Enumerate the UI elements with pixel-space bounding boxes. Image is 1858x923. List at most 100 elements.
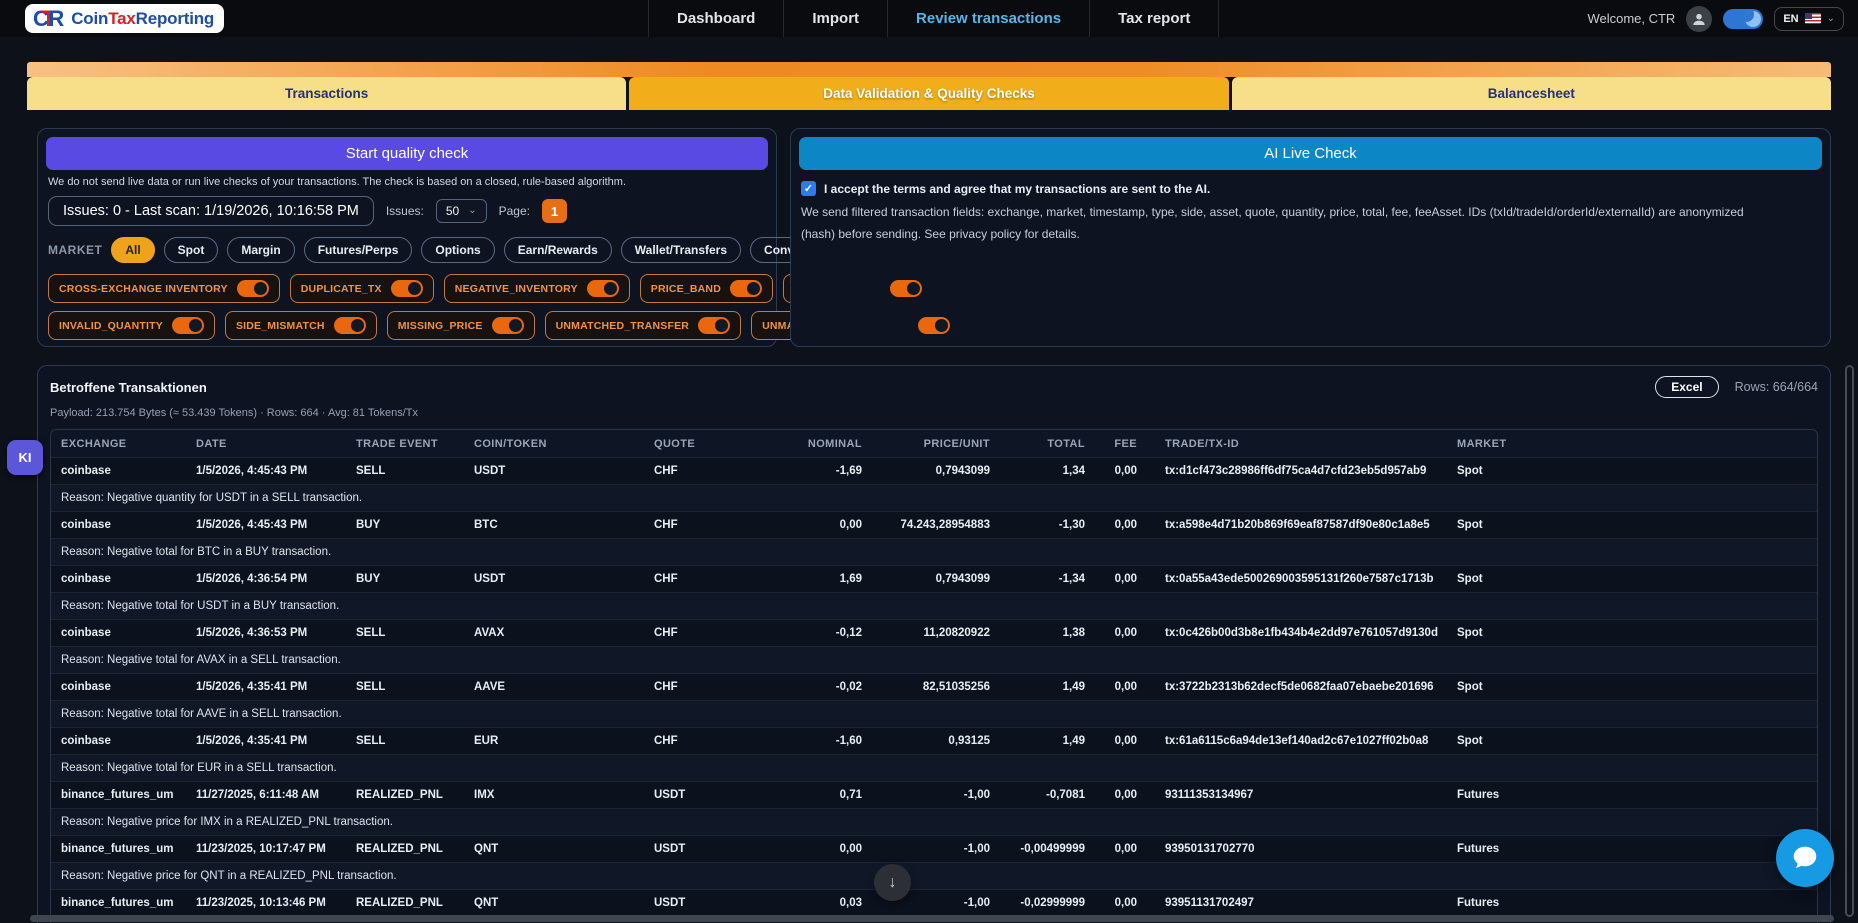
cell-total: -0,7081	[1000, 781, 1095, 808]
consent-checkbox[interactable]: ✓	[801, 181, 816, 196]
cell-price-unit: 0,7943099	[872, 565, 1000, 592]
toggle-switch-icon[interactable]	[492, 317, 524, 334]
cell-trade-tx-id: tx:0a55a43ede500269003595131f260e7587c17…	[1147, 565, 1447, 592]
nav-item[interactable]: Tax report	[1090, 0, 1219, 37]
cell-quote: CHF	[644, 619, 794, 646]
rule-toggle-chip[interactable]: PRICE_BAND	[640, 274, 773, 303]
rule-toggle-chip[interactable]: INVALID_QUANTITY	[48, 311, 215, 340]
cell-quote: USDT	[644, 781, 794, 808]
toggle-switch-icon[interactable]	[587, 280, 619, 297]
cell-quote: CHF	[644, 457, 794, 484]
welcome-text: Welcome, CTR	[1587, 11, 1675, 26]
excel-export-button[interactable]: Excel	[1655, 376, 1718, 398]
cell-market: Spot	[1447, 565, 1817, 592]
cell-date: 1/5/2026, 4:45:43 PM	[186, 511, 346, 538]
cell-total: -1,30	[1000, 511, 1095, 538]
market-filter-chip[interactable]: Earn/Rewards	[504, 237, 612, 263]
us-flag-icon	[1805, 13, 1821, 24]
cell-market: Futures	[1447, 781, 1817, 808]
tab[interactable]: Balancesheet	[1232, 77, 1831, 110]
theme-toggle[interactable]	[1723, 9, 1763, 29]
logo-text: CoinTaxReporting	[71, 9, 214, 29]
toggle-switch-icon[interactable]	[391, 280, 423, 297]
rule-toggle-chip[interactable]: NEGATIVE_INVENTORY	[444, 274, 630, 303]
row-reason: Reason: Negative total for BTC in a BUY …	[51, 538, 1817, 565]
page-label: Page:	[499, 204, 530, 218]
cell-coin-token: AAVE	[464, 673, 644, 700]
cell-fee: 0,00	[1095, 457, 1147, 484]
cell-market: Futures	[1447, 835, 1817, 862]
cell-fee: 0,00	[1095, 619, 1147, 646]
ki-badge[interactable]: KI	[7, 440, 43, 475]
rule-toggle-chip[interactable]: MISSING_PRICE	[387, 311, 535, 340]
column-header-market: MARKET	[1447, 430, 1817, 457]
market-filter-chip[interactable]: Wallet/Transfers	[621, 237, 741, 263]
market-filter-chip[interactable]: Spot	[164, 237, 219, 263]
scroll-down-button[interactable]: ↓	[874, 864, 911, 901]
rule-toggle-chip[interactable]: SIDE_MISMATCH	[225, 311, 377, 340]
tabs-bar: Transactions Data Validation & Quality C…	[27, 62, 1831, 110]
cell-total: 1,34	[1000, 457, 1095, 484]
cell-fee: 0,00	[1095, 781, 1147, 808]
table-panel-header: Betroffene Transaktionen Excel Rows: 664…	[50, 376, 1818, 398]
rule-toggle-row-2: INVALID_QUANTITY SIDE_MISMATCH MISSING_P…	[48, 311, 768, 340]
ai-live-check-button[interactable]: AI Live Check	[799, 137, 1822, 170]
issues-label: Issues:	[386, 204, 424, 218]
issues-per-page-select[interactable]: 50 ⌄	[436, 199, 487, 223]
toggle-switch-icon[interactable]	[237, 280, 269, 297]
toggle-switch-icon[interactable]	[918, 317, 950, 334]
cell-market: Spot	[1447, 511, 1817, 538]
rule-toggle-label: UNMATCHED_TRANSFER	[556, 320, 690, 332]
toggle-switch-icon[interactable]	[730, 280, 762, 297]
market-filter-chip[interactable]: Futures/Perps	[304, 237, 413, 263]
rule-toggle-chip[interactable]: UNMATCHED_TRANSFER	[545, 311, 742, 340]
chat-widget-button[interactable]	[1776, 829, 1834, 887]
user-avatar[interactable]	[1686, 6, 1712, 32]
toggle-switch-icon[interactable]	[698, 317, 730, 334]
rule-toggle-chip[interactable]: CROSS-EXCHANGE INVENTORY	[48, 274, 280, 303]
toggle-switch-icon[interactable]	[334, 317, 366, 334]
cell-trade-event: BUY	[346, 511, 464, 538]
page-number-button[interactable]: 1	[542, 199, 567, 223]
language-selector[interactable]: EN ⌄	[1774, 7, 1844, 31]
cell-trade-tx-id: 93111353134967	[1147, 781, 1447, 808]
horizontal-scrollbar[interactable]	[30, 915, 1834, 922]
nav-item[interactable]: Import	[784, 0, 888, 37]
market-filter-chip[interactable]: All	[111, 237, 154, 263]
column-header-coin-token: COIN/TOKEN	[464, 430, 644, 457]
toggle-switch-icon[interactable]	[890, 280, 922, 297]
tab[interactable]: Data Validation & Quality Checks	[629, 77, 1228, 110]
toggle-switch-icon[interactable]	[172, 317, 204, 334]
ai-details-text: We send filtered transaction fields: exc…	[801, 202, 1781, 245]
cell-quote: CHF	[644, 511, 794, 538]
vertical-scrollbar[interactable]	[1845, 365, 1854, 917]
cell-total: -1,34	[1000, 565, 1095, 592]
nav-item[interactable]: Review transactions	[888, 0, 1090, 37]
market-filter-chip[interactable]: Options	[421, 237, 494, 263]
column-header-price-unit: PRICE/UNIT	[872, 430, 1000, 457]
tab[interactable]: Transactions	[27, 77, 626, 110]
cell-market: Spot	[1447, 727, 1817, 754]
cell-trade-tx-id: tx:0c426b00d3b8e1fb434b4e2dd97e761057d91…	[1147, 619, 1447, 646]
nav-item[interactable]: Dashboard	[649, 0, 784, 37]
cell-total: -0,02999999	[1000, 889, 1095, 916]
cell-trade-tx-id: 93951131702497	[1147, 889, 1447, 916]
cell-total: -0,00499999	[1000, 835, 1095, 862]
rule-toggle-row-1: CROSS-EXCHANGE INVENTORY DUPLICATE_TX NE…	[48, 274, 768, 303]
market-filter-chip-label: Wallet/Transfers	[635, 243, 727, 257]
market-filter-chip[interactable]: Margin	[227, 237, 294, 263]
person-icon	[1691, 11, 1707, 27]
nav-item-label: Tax report	[1118, 10, 1190, 27]
cell-trade-tx-id: tx:a598e4d71b20b869f69eaf87587df90e80c1a…	[1147, 511, 1447, 538]
start-quality-check-button[interactable]: Start quality check	[46, 137, 768, 170]
market-filter-chip-label: Futures/Perps	[318, 243, 399, 257]
app-logo[interactable]: CTR CoinTaxReporting	[25, 4, 224, 33]
market-label: MARKET	[48, 243, 102, 257]
column-header-fee: FEE	[1095, 430, 1147, 457]
column-header-date: DATE	[186, 430, 346, 457]
cell-nominal: -0,02	[794, 673, 872, 700]
table-panel-actions: Excel Rows: 664/664	[1655, 376, 1818, 398]
rule-toggle-chip[interactable]: DUPLICATE_TX	[290, 274, 434, 303]
cell-trade-event: REALIZED_PNL	[346, 835, 464, 862]
cell-price-unit: 74.243,28954883	[872, 511, 1000, 538]
